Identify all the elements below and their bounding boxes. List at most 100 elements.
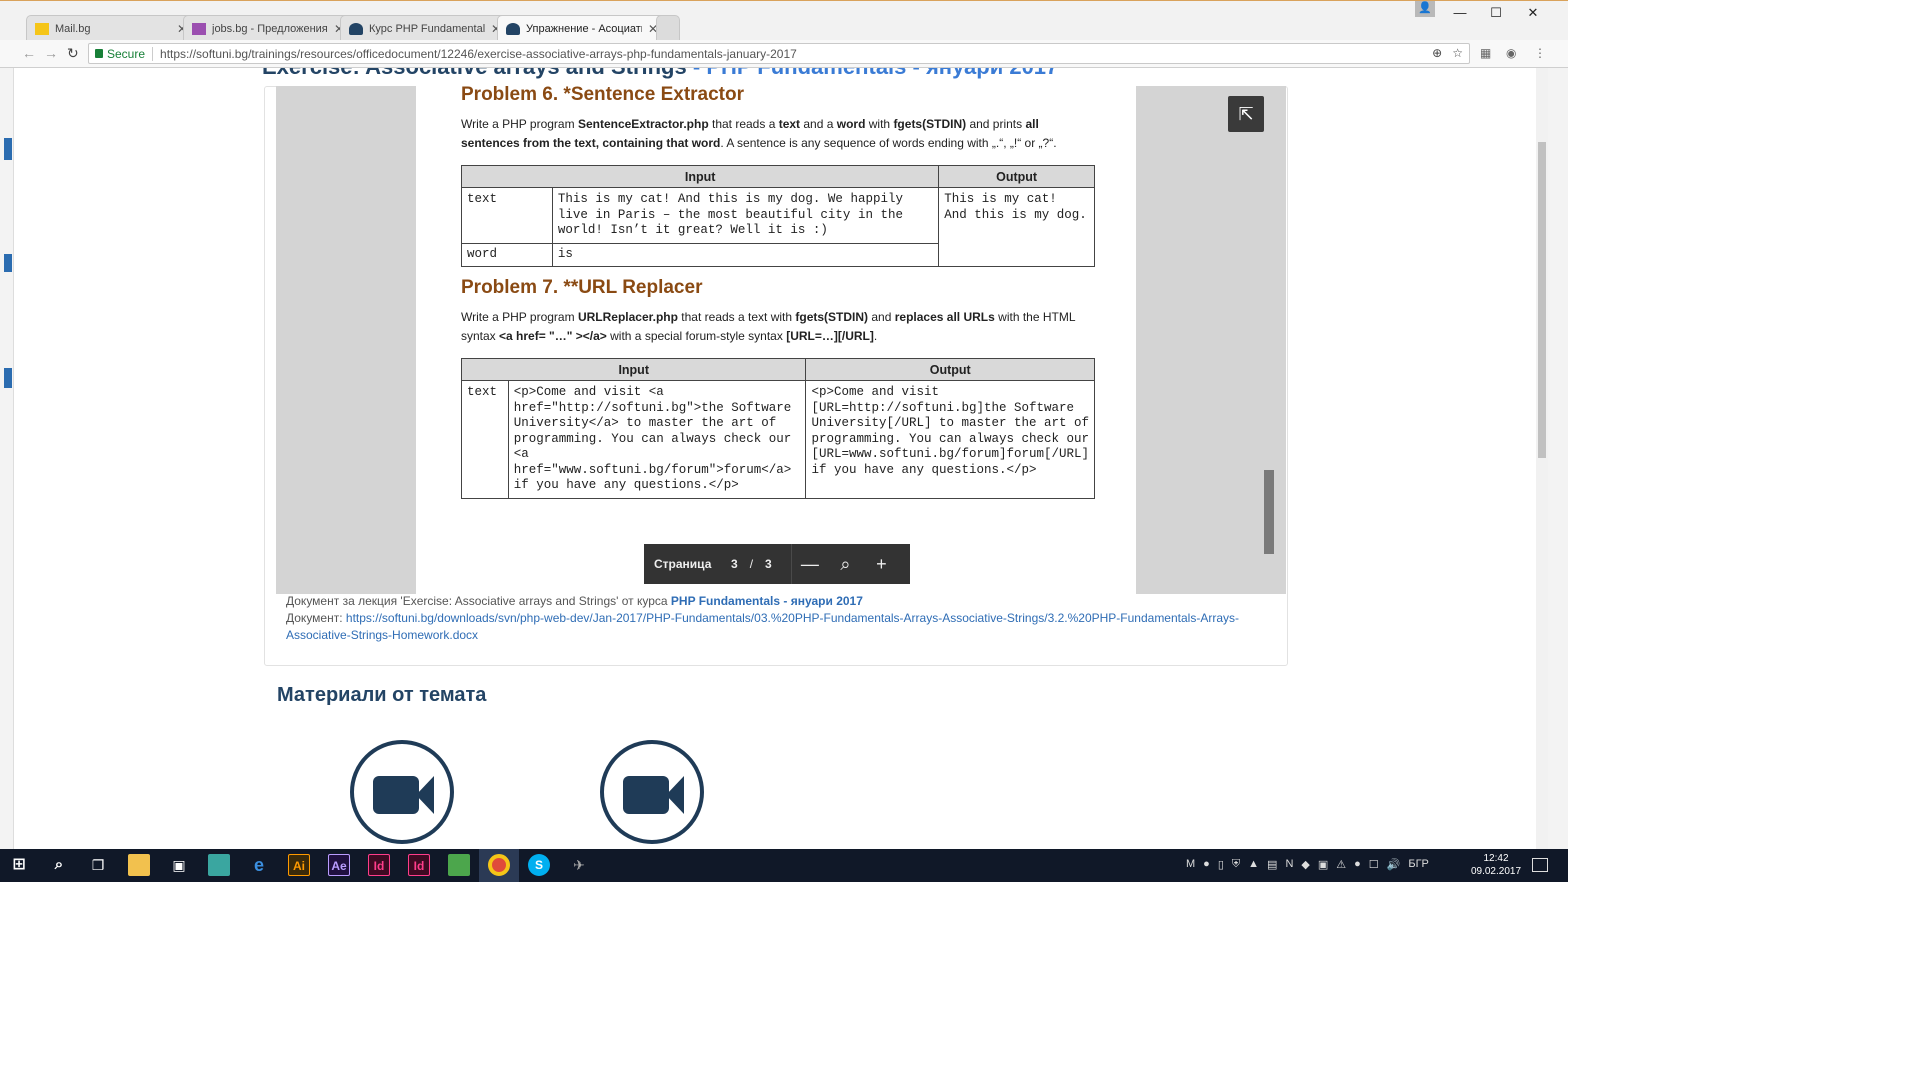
video-material-icon[interactable] xyxy=(600,740,704,844)
zoom-icon[interactable]: ⊕ xyxy=(1432,46,1442,60)
lock-icon xyxy=(95,49,103,58)
tray-icon[interactable]: ▣ xyxy=(1318,858,1328,871)
document-download-link[interactable]: https://softuni.bg/downloads/svn/php-web… xyxy=(286,611,1239,642)
app-icon[interactable]: ✈ xyxy=(568,854,590,876)
store-icon[interactable]: ▣ xyxy=(168,854,190,876)
problem-6-table: Input Output text This is my cat! And th… xyxy=(460,165,1095,267)
text: that reads a text with xyxy=(677,310,796,324)
skype-icon[interactable]: S xyxy=(528,854,550,876)
volume-icon[interactable]: 🔊 xyxy=(1387,858,1401,871)
page-navigator: Страница 3 / 3 — ⌕ + xyxy=(644,544,910,584)
camera-lens xyxy=(416,776,434,814)
tab-mail[interactable]: Mail.bg ✕ xyxy=(26,15,196,41)
edge-icon[interactable]: e xyxy=(248,854,270,876)
close-window-icon[interactable]: ✕ xyxy=(1518,5,1548,21)
separator xyxy=(152,46,154,61)
secure-indicator[interactable]: Secure xyxy=(95,47,145,61)
materials-title: Материали от темата xyxy=(277,684,487,706)
tray-icon[interactable]: ◆ xyxy=(1301,858,1309,871)
video-material-icon[interactable] xyxy=(350,740,454,844)
notification-icon[interactable] xyxy=(1532,858,1548,872)
tray-icon[interactable]: ▤ xyxy=(1267,858,1277,871)
zoom-in-icon[interactable]: + xyxy=(863,544,899,584)
zoom-magnifier-icon[interactable]: ⌕ xyxy=(827,544,863,584)
language-indicator[interactable]: БГР xyxy=(1408,858,1429,871)
tab-title: Mail.bg xyxy=(55,22,91,35)
chrome-icon[interactable] xyxy=(488,854,510,876)
text: with a special forum-style syntax xyxy=(606,329,787,343)
scrollbar-thumb[interactable] xyxy=(1538,142,1546,458)
open-external-icon[interactable]: ⇱ xyxy=(1228,96,1264,132)
tray-icon[interactable]: M xyxy=(1186,858,1195,871)
tray-icon[interactable]: ⚠ xyxy=(1336,858,1346,871)
bookmark-star-icon[interactable]: ☆ xyxy=(1452,46,1463,60)
current-page[interactable]: 3 xyxy=(723,557,745,571)
illustrator-icon[interactable]: Ai xyxy=(288,854,310,876)
windows-start-icon[interactable]: ⊞ xyxy=(8,854,30,876)
text: . xyxy=(873,329,878,343)
indesign-icon[interactable]: Id xyxy=(368,854,390,876)
new-tab-button[interactable] xyxy=(656,15,680,41)
softuni-favicon-icon xyxy=(506,22,520,35)
tray-icon[interactable]: N xyxy=(1285,858,1293,871)
maximize-icon[interactable]: ☐ xyxy=(1481,5,1511,21)
tray-icon[interactable]: ● xyxy=(1203,858,1210,871)
tray-icon[interactable]: ▲ xyxy=(1248,858,1259,871)
total-pages: 3 xyxy=(765,557,772,571)
tab-course[interactable]: Курс PHP Fundamentals ✕ xyxy=(340,15,510,41)
text: and xyxy=(868,310,895,324)
indesign-icon[interactable]: Id xyxy=(408,854,430,876)
search-icon[interactable]: ⌕ xyxy=(48,854,70,876)
tab-title: Упражнение - Асоциати xyxy=(526,22,642,35)
tray-icon[interactable]: ⛨ xyxy=(1232,858,1240,871)
text: <a href= "…" ></a> xyxy=(499,329,607,343)
file-explorer-icon[interactable] xyxy=(128,854,150,876)
page-scrollbar[interactable] xyxy=(1536,68,1548,849)
text: with xyxy=(865,117,894,131)
tray-icon[interactable]: ● xyxy=(1354,858,1361,871)
extension-icon[interactable]: ◉ xyxy=(1506,46,1520,60)
clock[interactable]: 12:42 09.02.2017 xyxy=(1470,852,1522,878)
table-header: Input xyxy=(460,358,807,381)
problem-6-description: Write a PHP program SentenceExtractor.ph… xyxy=(461,115,1081,153)
table-cell: This is my cat! And this is my dog. xyxy=(938,187,1095,267)
page-content: Exercise: Associative arrays and Strings… xyxy=(14,68,1536,849)
profile-icon[interactable]: 👤 xyxy=(1415,1,1435,17)
after-effects-icon[interactable]: Ae xyxy=(328,854,350,876)
back-icon[interactable]: ← xyxy=(22,45,36,61)
jobs-favicon-icon xyxy=(192,22,206,35)
viewer-scrollbar[interactable] xyxy=(1264,470,1274,554)
camera-lens xyxy=(666,776,684,814)
tray-icon[interactable]: ▯ xyxy=(1218,858,1224,871)
heading-highlight: - PHP Fundamentals - януари 2017 xyxy=(693,68,1058,79)
tray-icon[interactable]: ☐ xyxy=(1369,858,1379,871)
tab-jobs[interactable]: jobs.bg - Предложения ✕ xyxy=(183,15,353,41)
table-cell: word xyxy=(461,242,553,267)
menu-icon[interactable]: ⋮ xyxy=(1534,46,1548,60)
tab-title: jobs.bg - Предложения xyxy=(212,22,328,35)
page-separator: / xyxy=(749,557,754,571)
tab-exercise[interactable]: Упражнение - Асоциати ✕ xyxy=(497,15,667,41)
page-label: Страница xyxy=(654,557,712,571)
text: URLReplacer.php xyxy=(577,310,678,324)
app-icon[interactable] xyxy=(448,854,470,876)
problem-7-title: Problem 7. **URL Replacer xyxy=(461,277,703,298)
table-cell: text xyxy=(461,187,553,244)
minimize-icon[interactable]: — xyxy=(1445,5,1475,20)
table-header: Input xyxy=(460,165,940,188)
strip-marker xyxy=(4,254,12,272)
strip-marker xyxy=(4,138,12,160)
course-link[interactable]: PHP Fundamentals - януари 2017 xyxy=(671,594,863,608)
app-icon[interactable] xyxy=(208,854,230,876)
text: that reads a xyxy=(708,117,779,131)
reload-icon[interactable]: ↻ xyxy=(67,45,79,62)
table-header: Output xyxy=(938,165,1095,188)
forward-icon[interactable]: → xyxy=(44,45,58,61)
url-field[interactable]: Secure https://softuni.bg/trainings/reso… xyxy=(88,43,1470,64)
zoom-out-icon[interactable]: — xyxy=(791,544,827,584)
table-cell: text xyxy=(461,380,509,499)
text: fgets(STDIN) xyxy=(893,117,967,131)
text: [URL=…][/URL] xyxy=(786,329,874,343)
extension-icon[interactable]: ▦ xyxy=(1480,46,1494,60)
task-view-icon[interactable]: ❐ xyxy=(87,854,109,876)
